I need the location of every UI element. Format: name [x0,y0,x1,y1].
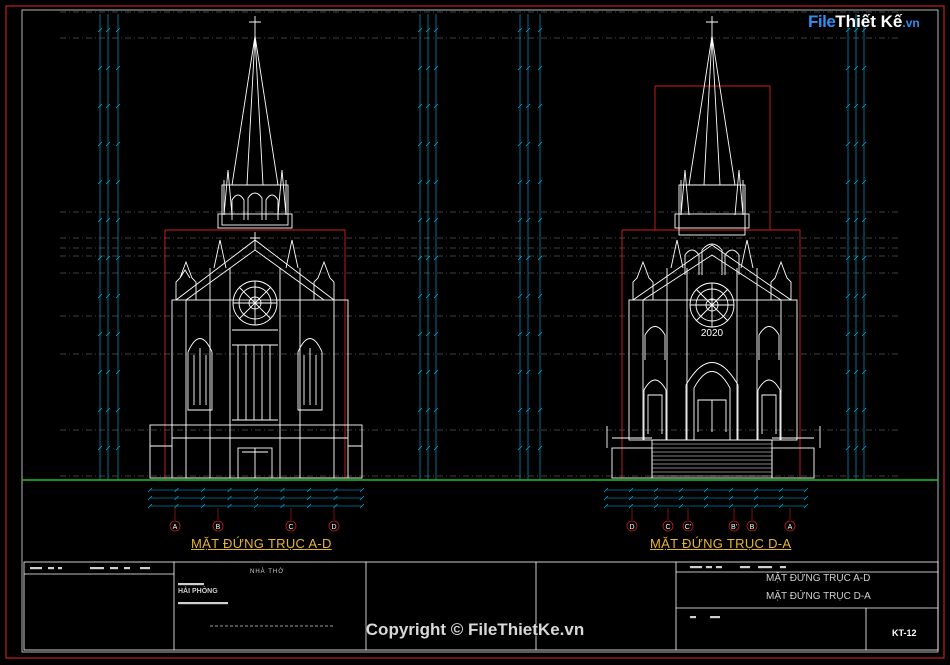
cross-left [249,16,261,36]
axis-label: D [629,524,634,531]
axis-markers-left: A B C D [169,508,340,532]
belfry-rail-left [217,213,293,229]
side-wall-right-b [771,447,815,479]
axis-label: C [288,524,293,531]
logo-part-2: Thiết Kế [835,12,903,31]
axis-markers-right: D C C' B' B A [626,508,796,532]
title-block-scribble [690,566,702,569]
side-wall-right-a [611,447,653,479]
project-name: NHÀ THỜ [250,569,285,575]
stair-right [651,439,773,479]
gable-cross-left [250,232,260,250]
title-block-scribble [110,567,118,570]
cad-drawing-canvas: 2020 A B C D D C C' B' B A MẶT ĐỨNG TRỤC A-D MẶT… [0,0,950,665]
belfry-arches-right [684,243,740,275]
side-window-left-a [187,338,213,411]
sheet-border [5,5,945,659]
title-block-scribble [740,566,750,569]
central-tracery-left [232,329,278,421]
axis-label: A [788,524,793,531]
filethietke-logo: FileThiết Kế.vn [808,12,926,42]
copyright-watermark: Copyright © FileThietKe.vn [365,620,585,639]
title-block-scribble [90,567,104,570]
title-block-scribble [124,567,130,570]
axis-label: B [216,524,221,531]
title-block-scribble [178,602,228,605]
title-block-scribble [716,566,722,569]
axis-label: B [750,524,755,531]
project-location: HẢI PHÒNG [178,588,218,595]
section-box-right-upper [654,85,771,230]
spire-right [688,35,736,186]
axis-label: C [665,524,670,531]
sheet-title-1: MẶT ĐỨNG TRỤC A-D [766,573,871,584]
title-block-scribble [178,583,204,586]
title-block-scribble [690,616,696,619]
title-block-scribble [58,567,62,570]
side-door-right-b [757,379,781,440]
drawing-frame [21,9,939,653]
sheet-title-2: MẶT ĐỨNG TRỤC D-A [766,591,871,602]
side-door-right-a [643,379,667,440]
title-block-scribble [780,566,786,569]
logo-part-1: File [808,12,836,31]
title-block-small-text [30,566,786,627]
title-block-scribble [710,616,720,619]
title-block-scribble [48,567,54,570]
side-window-left-b [297,338,323,411]
elevation-drawing: 2020 A B C D D C C' B' B A [5,5,945,659]
axis-label: B' [731,524,737,531]
cross-right [706,16,718,36]
base-left [149,424,363,479]
logo-part-3: .vn [902,16,920,30]
entrance-door-right [697,399,727,432]
church-elevation-right [606,16,821,479]
dimension-lines [97,14,867,509]
axis-label: C' [685,524,691,531]
belfry-openings-left [231,192,279,220]
belfry-rail-right [674,213,750,229]
view-title-left: MẶT ĐỨNG TRỤC A-D [191,536,332,551]
rose-window-year: 2020 [701,328,724,339]
church-elevation-left [149,16,363,479]
axis-label: A [173,524,178,531]
view-title-right: MẶT ĐỨNG TRỤC D-A [650,536,792,551]
spire-left [231,35,279,186]
stair-treads-right [652,443,772,477]
title-block-scribble [140,567,150,570]
title-block-scribble [30,567,42,570]
title-block-scribble [758,566,772,569]
title-block-scribble [706,566,712,569]
axis-label: D [331,524,336,531]
